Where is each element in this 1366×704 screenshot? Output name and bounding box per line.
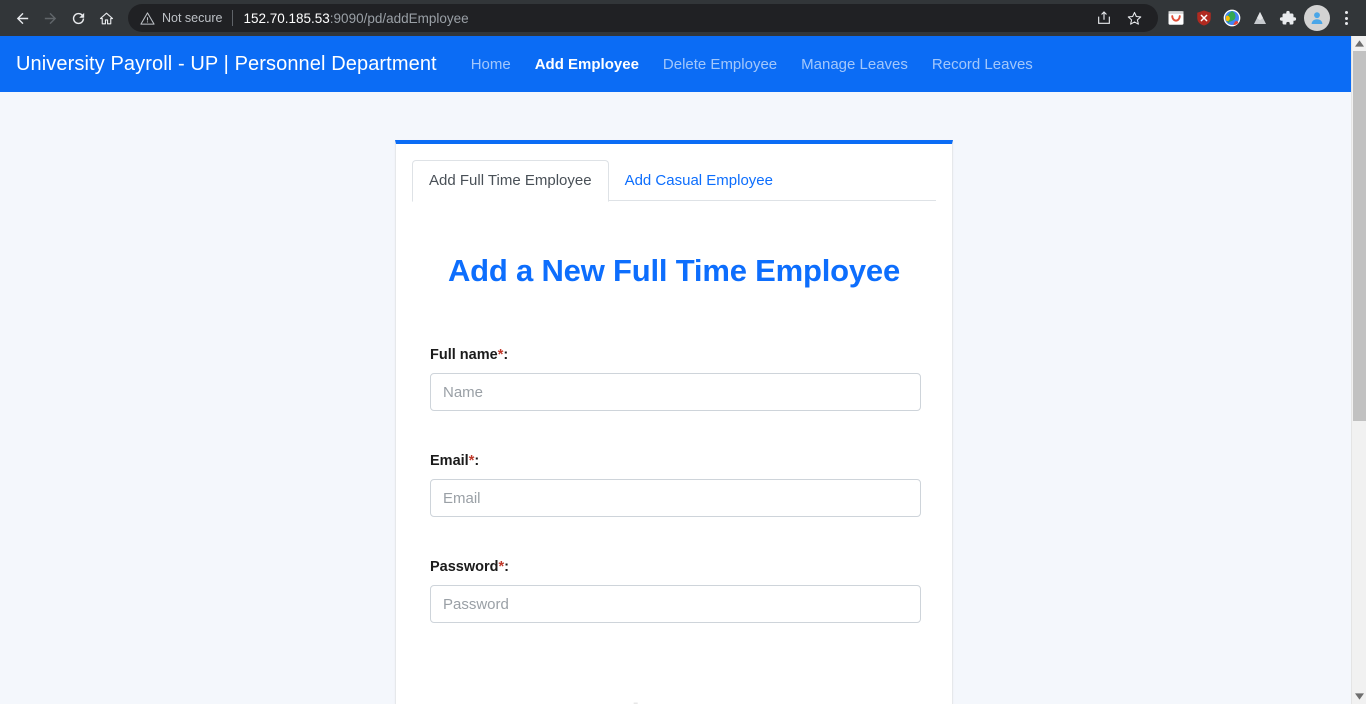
form-group-password: Password*:: [430, 559, 921, 623]
share-icon: [1098, 11, 1110, 24]
browser-viewport: University Payroll - UP | Personnel Depa…: [0, 36, 1366, 704]
url-host: 152.70.185.53: [243, 10, 330, 26]
profile-avatar[interactable]: [1304, 5, 1330, 31]
app-navbar: University Payroll - UP | Personnel Depa…: [0, 36, 1351, 92]
navbar-links: Home Add Employee Delete Employee Manage…: [459, 48, 1045, 81]
label-email: Email*:: [430, 453, 918, 469]
label-colon: :: [504, 559, 509, 575]
back-button[interactable]: [8, 4, 36, 32]
tab-bar: Add Full Time Employee Add Casual Employ…: [396, 144, 952, 202]
label-full-name-text: Full name: [430, 347, 498, 363]
browser-menu-button[interactable]: [1334, 6, 1358, 30]
mountain-extension-icon[interactable]: [1248, 6, 1272, 30]
page-scrollbar[interactable]: [1351, 36, 1366, 704]
security-status-label: Not secure: [162, 11, 223, 25]
tab-add-full-time-employee[interactable]: Add Full Time Employee: [412, 160, 609, 202]
person-icon: [1311, 12, 1323, 24]
star-icon: [1127, 11, 1141, 25]
address-bar[interactable]: Not secure 152.70.185.53:9090/pd/addEmpl…: [128, 4, 1158, 32]
menu-dot: [1344, 16, 1348, 20]
browser-extensions-area: [1164, 5, 1358, 31]
web-page: University Payroll - UP | Personnel Depa…: [0, 36, 1351, 704]
browser-toolbar: Not secure 152.70.185.53:9090/pd/addEmpl…: [0, 0, 1366, 36]
not-secure-warning-icon: [140, 11, 155, 26]
scrollbar-thumb[interactable]: [1353, 51, 1366, 421]
back-arrow-icon: [16, 12, 28, 24]
form-title: Add a New Full Time Employee: [447, 253, 901, 288]
puzzle-extensions-icon[interactable]: [1276, 6, 1300, 30]
app-brand[interactable]: University Payroll - UP | Personnel Depa…: [16, 53, 437, 76]
label-colon: :: [474, 453, 480, 469]
form-group-full-name: Full name*:: [430, 347, 921, 411]
translate-globe-icon[interactable]: [1220, 6, 1244, 30]
label-email-text: Email: [430, 453, 469, 469]
nav-link-add-employee[interactable]: Add Employee: [523, 48, 651, 81]
url-path: :9090/pd/addEmployee: [329, 10, 469, 26]
adblock-shield-icon[interactable]: [1192, 6, 1216, 30]
label-full-name: Full name*:: [430, 347, 918, 363]
pocket-extension-icon[interactable]: [1164, 6, 1188, 30]
chevron-up-icon: [1354, 40, 1364, 47]
input-password[interactable]: [430, 585, 921, 623]
share-button[interactable]: [1090, 4, 1118, 32]
bookmark-button[interactable]: [1120, 4, 1148, 32]
scroll-up-arrow[interactable]: [1352, 36, 1366, 51]
nav-link-delete-employee[interactable]: Delete Employee: [651, 48, 789, 81]
input-email[interactable]: [430, 479, 921, 517]
home-button[interactable]: [92, 4, 120, 32]
label-password-text: Password: [430, 559, 499, 575]
forward-arrow-icon: [44, 12, 56, 24]
nav-link-manage-leaves[interactable]: Manage Leaves: [789, 48, 920, 81]
form-group-email: Email*:: [430, 453, 921, 517]
page-content: Add Full Time Employee Add Casual Employ…: [0, 92, 1351, 704]
nav-link-home[interactable]: Home: [459, 48, 523, 81]
url-text: 152.70.185.53:9090/pd/addEmployee: [243, 11, 468, 26]
tab-panel-full-time: Add a New Full Time Employee Full name*:…: [396, 201, 952, 623]
nav-link-record-leaves[interactable]: Record Leaves: [920, 48, 1045, 81]
label-password: Password*:: [430, 559, 918, 575]
input-full-name[interactable]: [430, 373, 921, 411]
reload-button[interactable]: [64, 4, 92, 32]
add-employee-form: Full name*: Email*: Password*:: [430, 347, 921, 623]
menu-dot: [1344, 22, 1348, 25]
tab-add-casual-employee[interactable]: Add Casual Employee: [609, 161, 789, 201]
reload-icon: [72, 12, 84, 24]
omnibox-divider: [232, 10, 234, 26]
add-employee-card: Add Full Time Employee Add Casual Employ…: [395, 140, 953, 704]
label-colon: :: [503, 347, 509, 363]
menu-dot: [1344, 11, 1348, 14]
chevron-down-icon: [1354, 693, 1364, 700]
forward-button[interactable]: [36, 4, 64, 32]
home-icon: [99, 12, 113, 24]
scroll-down-arrow[interactable]: [1352, 689, 1366, 704]
